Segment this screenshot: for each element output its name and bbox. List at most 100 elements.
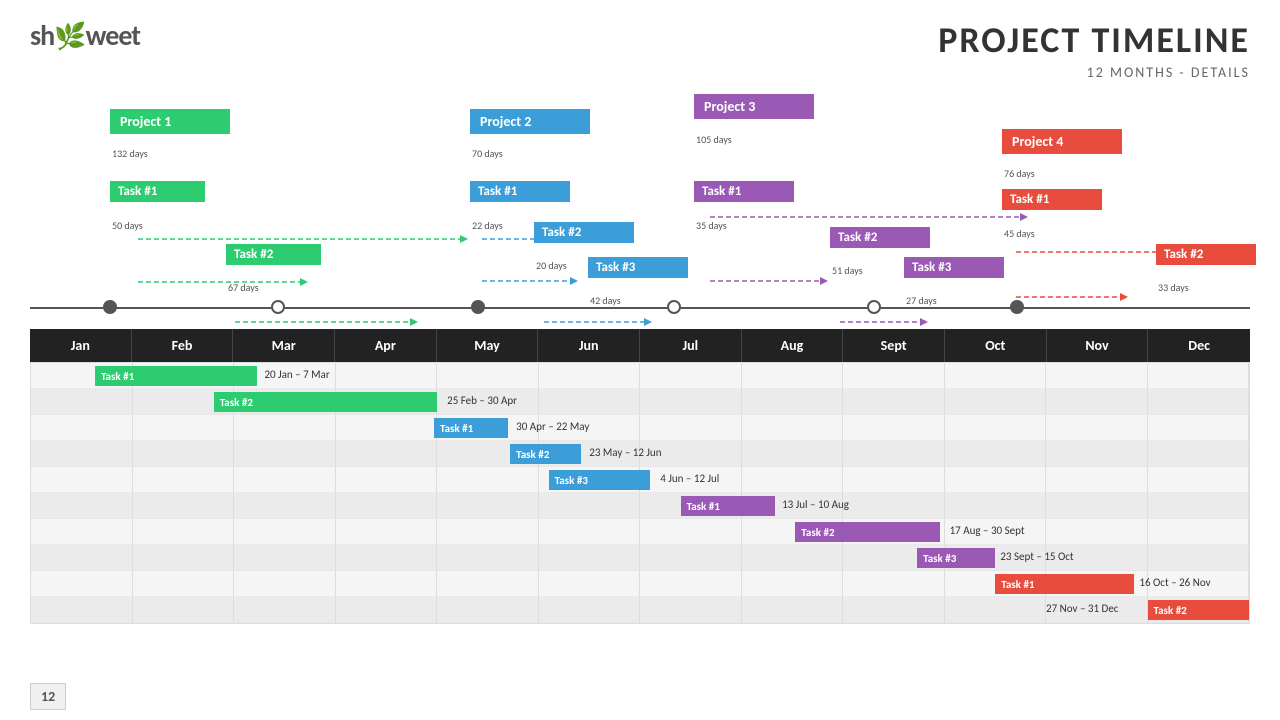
col-feb-r6: [133, 493, 235, 518]
col-jun-r7: [539, 519, 641, 544]
calendar-row-2: Task #2 25 Feb – 30 Apr: [31, 389, 1249, 415]
col-jul-r2: [640, 389, 742, 414]
col-jul-r7: [640, 519, 742, 544]
timeline-dot-may: [471, 300, 485, 314]
col-jan-r5: [31, 467, 133, 492]
proj4-task1-days: 45 days: [1004, 227, 1035, 240]
cal-label-4: 23 May – 12 Jun: [589, 446, 661, 459]
col-aug-r4: [742, 441, 844, 466]
calendar-row-10: 27 Nov – 31 Dec Task #2: [31, 597, 1249, 623]
col-sep-r9: [843, 571, 945, 596]
timeline-base-line: [30, 307, 1250, 309]
col-sep-r6: [843, 493, 945, 518]
cal-label-8: 23 Sept – 15 Oct: [1000, 550, 1073, 563]
col-mar-r3: [234, 415, 336, 440]
col-apr-r7: [336, 519, 438, 544]
timeline-dot-oct: [1010, 300, 1024, 314]
cal-label-1: 20 Jan – 7 Mar: [264, 368, 329, 381]
col-jul-r3: [640, 415, 742, 440]
col-sep-r1: [843, 363, 945, 388]
calendar-row-3: Task #1 30 Apr – 22 May: [31, 415, 1249, 441]
calendar-row-6: Task #1 13 Jul – 10 Aug: [31, 493, 1249, 519]
col-jul-r1: [640, 363, 742, 388]
proj2-task3-box: Task #3: [588, 257, 688, 278]
calendar-row-4: Task #2 23 May – 12 Jun: [31, 441, 1249, 467]
col-jun-r8: [539, 545, 641, 570]
col-mar-r10: [234, 597, 336, 622]
col-nov-r4: [1046, 441, 1148, 466]
col-aug-r9: [742, 571, 844, 596]
task-rows: Task #1 20 Jan – 7 Mar Task #2 25 Feb – …: [30, 362, 1250, 624]
col-may-r1: [437, 363, 539, 388]
col-feb-r3: [133, 415, 235, 440]
col-sep-r5: [843, 467, 945, 492]
project1-box: Project 1: [110, 109, 230, 134]
proj4-task2-box: Task #2: [1156, 244, 1256, 265]
timeline-dot-jun: [667, 300, 681, 314]
cal-bar-6: Task #1: [681, 496, 775, 516]
col-sep-r2: [843, 389, 945, 414]
col-may-r6: [437, 493, 539, 518]
calendar-row-7: Task #2 17 Aug – 30 Sept: [31, 519, 1249, 545]
col-jul-r8: [640, 545, 742, 570]
timeline-dot-jan: [103, 300, 117, 314]
month-sept: Sept: [843, 329, 945, 362]
calendar-row-5: Task #3 4 Jun – 12 Jul: [31, 467, 1249, 493]
calendar-row-1: Task #1 20 Jan – 7 Mar: [31, 363, 1249, 389]
proj3-task1-box: Task #1: [694, 181, 794, 202]
project3-days: 105 days: [696, 133, 732, 146]
col-sep-r10: [843, 597, 945, 622]
col-nov-r1: [1046, 363, 1148, 388]
col-dec-r7: [1148, 519, 1250, 544]
month-aug: Aug: [742, 329, 844, 362]
project2-box: Project 2: [470, 109, 590, 134]
col-dec-r6: [1148, 493, 1250, 518]
gantt-visual: Project 1 132 days Task #1 50 days Task …: [30, 89, 1250, 329]
col-mar-r9: [234, 571, 336, 596]
proj3-task1-days: 35 days: [696, 219, 727, 232]
month-dec: Dec: [1148, 329, 1250, 362]
col-feb-r8: [133, 545, 235, 570]
cal-bar-4: Task #2: [510, 444, 581, 464]
page-number: 12: [30, 683, 66, 710]
col-mar-r5: [234, 467, 336, 492]
col-jun-r6: [539, 493, 641, 518]
month-jan: Jan: [30, 329, 132, 362]
col-jan-r7: [31, 519, 133, 544]
cal-label-9: 16 Oct – 26 Nov: [1139, 576, 1210, 589]
col-oct-r2: [945, 389, 1047, 414]
project3-box: Project 3: [694, 94, 814, 119]
month-oct: Oct: [945, 329, 1047, 362]
project4-box: Project 4: [1002, 129, 1122, 154]
col-aug-r5: [742, 467, 844, 492]
col-jul-r10: [640, 597, 742, 622]
proj2-task1-days: 22 days: [472, 219, 503, 232]
col-mar-r7: [234, 519, 336, 544]
col-jan-r3: [31, 415, 133, 440]
title-block: Project Timeline 12 Months - Details: [938, 18, 1250, 81]
col-apr-r4: [336, 441, 438, 466]
proj2-task2-days: 20 days: [536, 259, 567, 272]
cal-bar-3: Task #1: [434, 418, 508, 438]
timeline-dot-mar: [271, 300, 285, 314]
proj2-task3-days: 42 days: [590, 294, 621, 307]
col-nov-r3: [1046, 415, 1148, 440]
col-jun-r1: [539, 363, 641, 388]
month-mar: Mar: [233, 329, 335, 362]
col-feb-r4: [133, 441, 235, 466]
timeline-dot-aug: [867, 300, 881, 314]
cal-bar-10: Task #2: [1148, 600, 1250, 620]
cal-label-6: 13 Jul – 10 Aug: [782, 498, 849, 511]
col-apr-r3: [336, 415, 438, 440]
project2-days: 70 days: [472, 147, 503, 160]
col-feb-r7: [133, 519, 235, 544]
cal-bar-7: Task #2: [795, 522, 940, 542]
logo-text-weet: weet: [86, 18, 140, 53]
col-sep-r4: [843, 441, 945, 466]
proj2-task1-box: Task #1: [470, 181, 570, 202]
col-oct-r5: [945, 467, 1047, 492]
col-oct-r10: [945, 597, 1047, 622]
cal-label-3: 30 Apr – 22 May: [516, 420, 589, 433]
cal-bar-1: Task #1: [95, 366, 257, 386]
col-oct-r6: [945, 493, 1047, 518]
